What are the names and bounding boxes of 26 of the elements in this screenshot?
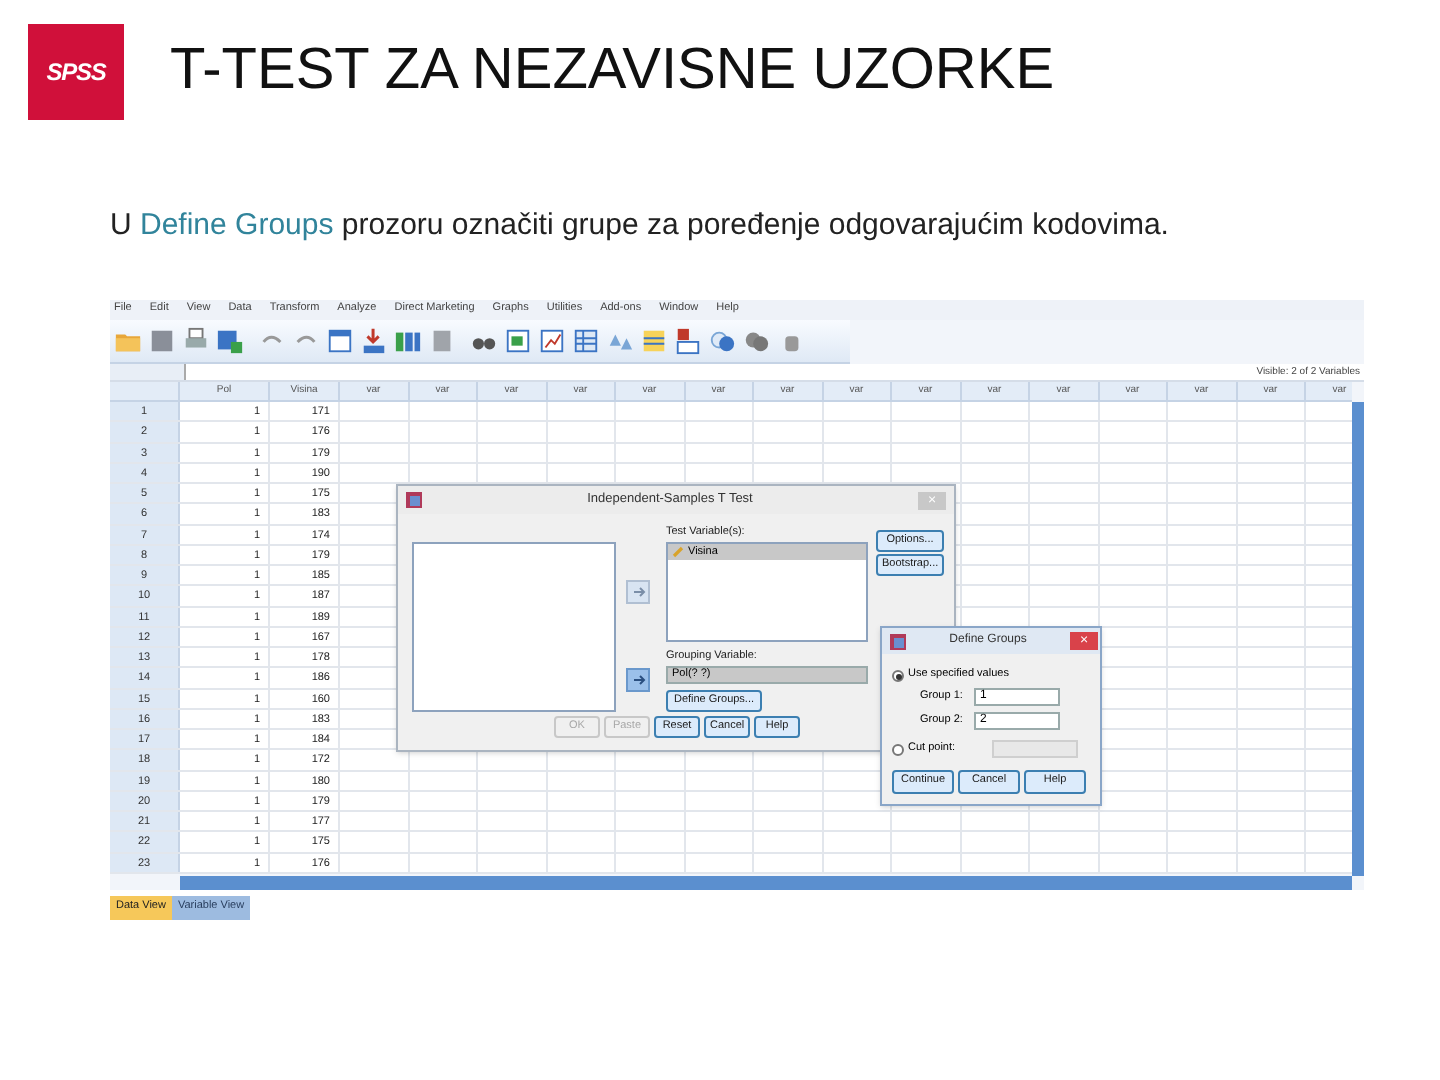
move-button[interactable] [626, 580, 650, 604]
value-labels-icon[interactable] [674, 326, 702, 356]
app-icon [406, 492, 422, 508]
arrow-down-icon[interactable] [360, 326, 388, 356]
slide-title: T-TEST ZA NEZAVISNE UZORKE [170, 36, 1055, 107]
move-button[interactable] [626, 668, 650, 692]
ruler-icon [672, 546, 684, 558]
grid-icon[interactable] [326, 326, 354, 356]
logo: SPSS [28, 24, 124, 120]
table-icon[interactable] [504, 326, 532, 356]
horizontal-scrollbar[interactable] [180, 876, 1352, 890]
grid-icon[interactable] [572, 326, 600, 356]
dialog-icon[interactable] [216, 326, 244, 356]
chart-icon[interactable] [538, 326, 566, 356]
cell-editor-field[interactable] [110, 364, 186, 380]
document-icon[interactable] [428, 326, 456, 356]
vertical-scrollbar[interactable] [1352, 402, 1364, 876]
radio-button[interactable] [892, 670, 904, 682]
radio-button[interactable] [892, 743, 904, 755]
instruction-text: U Define Groups prozoru označiti grupe za poređenje odgovarajućim kodovima. [110, 206, 1171, 246]
variable-list[interactable] [412, 542, 616, 712]
arrow-icon [631, 674, 645, 686]
circles-icon[interactable] [708, 326, 736, 356]
app-icon [890, 633, 906, 649]
grid-icon[interactable] [640, 326, 668, 356]
arrow-icon [631, 586, 645, 598]
